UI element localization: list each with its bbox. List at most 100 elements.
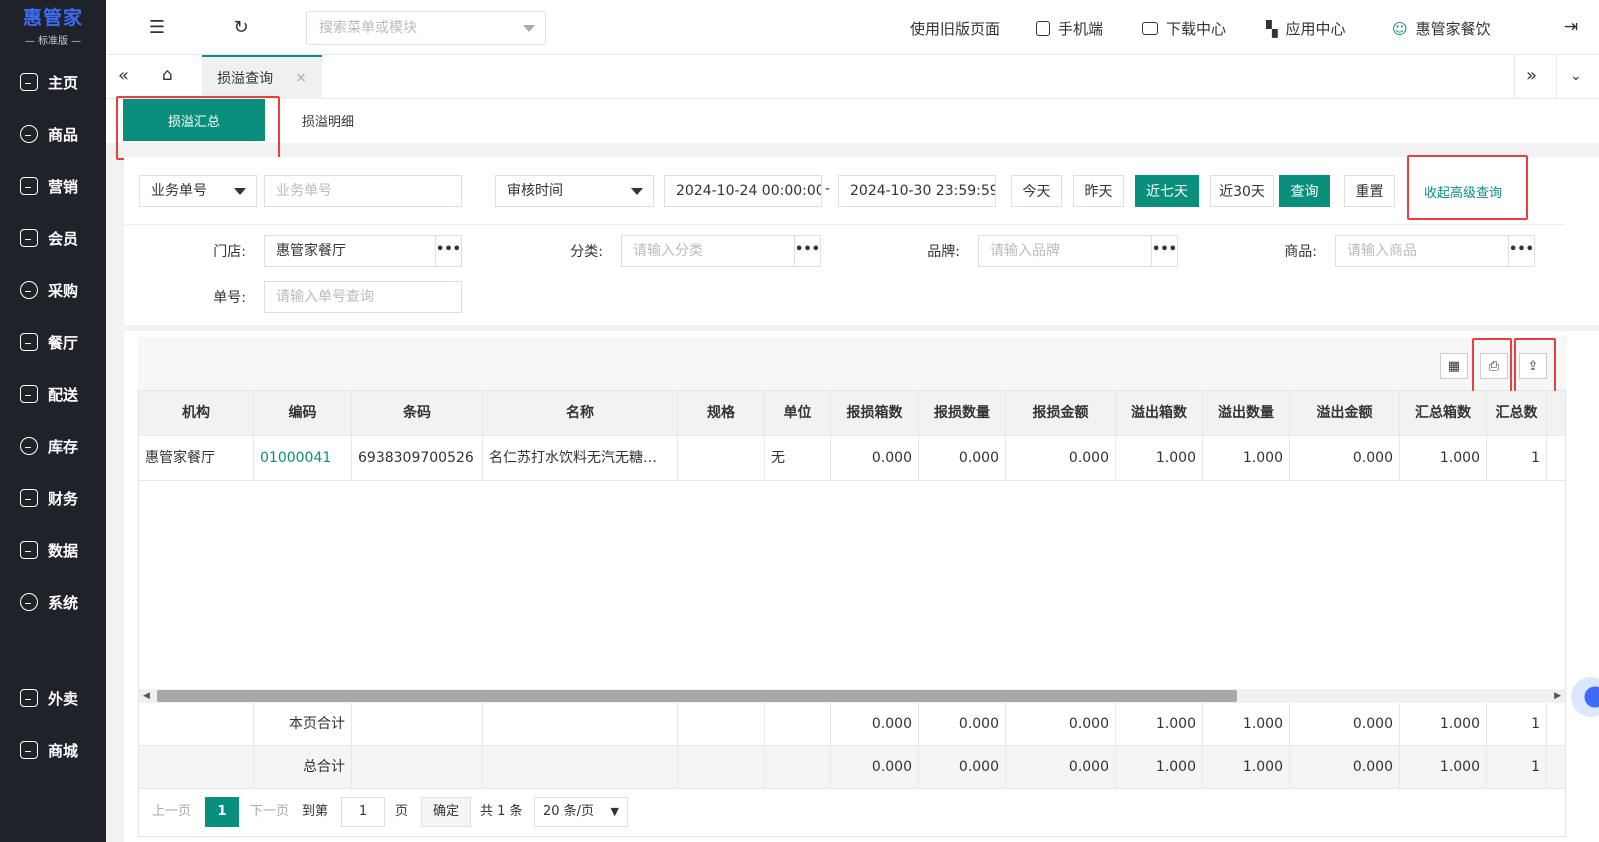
sidebar-item-label: 商品	[48, 125, 79, 144]
store-more-icon[interactable]: •••	[435, 236, 461, 266]
scroll-right-icon[interactable]: ▶	[1554, 689, 1561, 703]
old-page-link[interactable]: 使用旧版页面	[910, 18, 1000, 39]
table-cell: 0.000	[1290, 746, 1400, 788]
sidebar-item-label: 餐厅	[48, 333, 79, 352]
goto-confirm-button[interactable]: 确定	[421, 797, 471, 827]
table-cell	[483, 703, 678, 745]
table-cell: 1	[1487, 746, 1547, 788]
sidebar-item-11[interactable]: 系统	[0, 582, 106, 622]
finance-icon	[20, 489, 38, 507]
refresh-icon[interactable]: ↻	[228, 14, 254, 40]
product-input[interactable]: 请输入商品 •••	[1335, 235, 1535, 267]
horizontal-scrollbar[interactable]: ◀ ▶	[139, 689, 1565, 703]
apps-label: 应用中心	[1285, 20, 1346, 38]
table-row[interactable]: 惠管家餐厅 01000041 6938309700526 名仁苏打水饮料无汽无糖… 无 0…	[139, 436, 1565, 481]
menu-search-input[interactable]: 搜索菜单或模块	[306, 11, 546, 45]
scroll-left-icon[interactable]: ◀	[143, 689, 150, 703]
logo: 惠管家 — 标准版 —	[0, 0, 106, 50]
sidebar-item-4[interactable]: 会员	[0, 218, 106, 258]
data-icon	[20, 541, 38, 559]
scrollbar-thumb[interactable]	[157, 690, 1237, 702]
sidebar-item-8[interactable]: 库存	[0, 426, 106, 466]
last-30-days-button[interactable]: 近30天	[1210, 175, 1274, 207]
query-button[interactable]: 查询	[1279, 175, 1330, 207]
sidebar-item-12[interactable]: 外卖	[0, 678, 106, 718]
brand-input[interactable]: 请输入品牌 •••	[978, 235, 1178, 267]
app-center-link[interactable]: ▚ 应用中心	[1266, 18, 1346, 39]
sidebar-item-1[interactable]: 主页	[0, 62, 106, 102]
table-cell: 1	[1487, 703, 1547, 745]
tabs-scroll-right-icon[interactable]: »	[1526, 65, 1537, 86]
table-cell: 0.000	[1290, 436, 1400, 481]
table-cell[interactable]: 01000041	[254, 436, 352, 481]
bizno-type-select[interactable]: 业务单号	[139, 175, 257, 207]
column-header: 名称	[483, 391, 678, 436]
bizno-placeholder: 业务单号	[276, 183, 332, 199]
logout-icon[interactable]: ⇥	[1558, 14, 1584, 40]
table-cell: 总合计	[254, 746, 352, 788]
sidebar-item-10[interactable]: 数据	[0, 530, 106, 570]
phone-icon	[1036, 21, 1050, 36]
print-icon[interactable]: ⎙	[1480, 353, 1508, 379]
delivery-icon	[20, 385, 38, 403]
tabs-scroll-left-icon[interactable]: «	[118, 65, 129, 86]
sidebar-item-3[interactable]: 营销	[0, 166, 106, 206]
home-tab-icon[interactable]: ⌂	[162, 65, 173, 85]
today-button[interactable]: 今天	[1011, 175, 1062, 207]
menu-toggle-icon[interactable]: ☰	[144, 14, 170, 40]
collapse-advanced-query-link[interactable]: 收起高级查询	[1424, 182, 1502, 201]
export-icon[interactable]: ⇪	[1519, 353, 1547, 379]
sidebar-item-13[interactable]: 商城	[0, 730, 106, 770]
bizno-input[interactable]: 业务单号	[264, 175, 462, 207]
tab-loss-overflow-query[interactable]: 损溢查询 ×	[202, 55, 322, 99]
chevron-down-icon	[234, 188, 246, 195]
download-center-link[interactable]: 下载中心	[1142, 18, 1226, 39]
category-input[interactable]: 请输入分类 •••	[621, 235, 821, 267]
reset-button[interactable]: 重置	[1344, 175, 1395, 207]
sidebar-item-2[interactable]: 商品	[0, 114, 106, 154]
date-from-value: 2024-10-24 00:00:00	[676, 183, 822, 199]
table-cell: 1.000	[1400, 746, 1487, 788]
store-input[interactable]: 惠管家餐厅 •••	[264, 235, 462, 267]
tabs-menu-chevron-icon[interactable]: ⌄	[1570, 68, 1582, 84]
order-input[interactable]: 请输入单号查询	[264, 281, 462, 313]
mobile-link[interactable]: 手机端	[1036, 18, 1103, 39]
next-page-button[interactable]: 下一页	[250, 797, 289, 827]
goto-page-input[interactable]: 1	[341, 797, 385, 827]
user-name: 惠管家餐饮	[1415, 20, 1491, 38]
table-cell: 1	[1487, 436, 1547, 481]
column-header: 报损数量	[919, 391, 1006, 436]
table-cell: 0.000	[831, 436, 919, 481]
sidebar-item-9[interactable]: 财务	[0, 478, 106, 518]
date-from-input[interactable]: 2024-10-24 00:00:00	[664, 175, 822, 207]
category-more-icon[interactable]: •••	[794, 236, 820, 266]
close-icon[interactable]: ×	[295, 70, 307, 86]
sidebar-item-label: 系统	[48, 593, 79, 612]
date-to-input[interactable]: 2024-10-30 23:59:59	[838, 175, 996, 207]
sidebar-item-6[interactable]: 餐厅	[0, 322, 106, 362]
column-header: 汇总箱数	[1400, 391, 1487, 436]
table-cell: 0.000	[919, 436, 1006, 481]
time-type-select[interactable]: 审核时间	[495, 175, 654, 207]
prev-page-button[interactable]: 上一页	[152, 797, 191, 827]
subtab-summary[interactable]: 损溢汇总	[123, 99, 265, 141]
table-cell	[765, 703, 831, 745]
date-separator: -	[825, 181, 831, 197]
last-7-days-button[interactable]: 近七天	[1135, 175, 1199, 207]
sidebar-item-label: 主页	[48, 73, 79, 92]
table-cell	[678, 703, 765, 745]
brand-more-icon[interactable]: •••	[1151, 236, 1177, 266]
table-cell: 名仁苏打水饮料无汽无糖…	[483, 436, 678, 481]
yesterday-button[interactable]: 昨天	[1073, 175, 1124, 207]
sidebar-item-label: 配送	[48, 385, 79, 404]
product-more-icon[interactable]: •••	[1508, 236, 1534, 266]
page-1-button[interactable]: 1	[205, 797, 239, 827]
sidebar-item-5[interactable]: 采购	[0, 270, 106, 310]
page-size-select[interactable]: 20 条/页 ▼	[534, 797, 628, 827]
settings-icon	[20, 593, 38, 611]
date-to-value: 2024-10-30 23:59:59	[850, 183, 996, 199]
sidebar-item-7[interactable]: 配送	[0, 374, 106, 414]
column-settings-icon[interactable]: ▦	[1440, 353, 1468, 379]
subtab-detail[interactable]: 损溢明细	[302, 111, 354, 130]
user-menu[interactable]: ☺ 惠管家餐饮	[1392, 18, 1491, 39]
